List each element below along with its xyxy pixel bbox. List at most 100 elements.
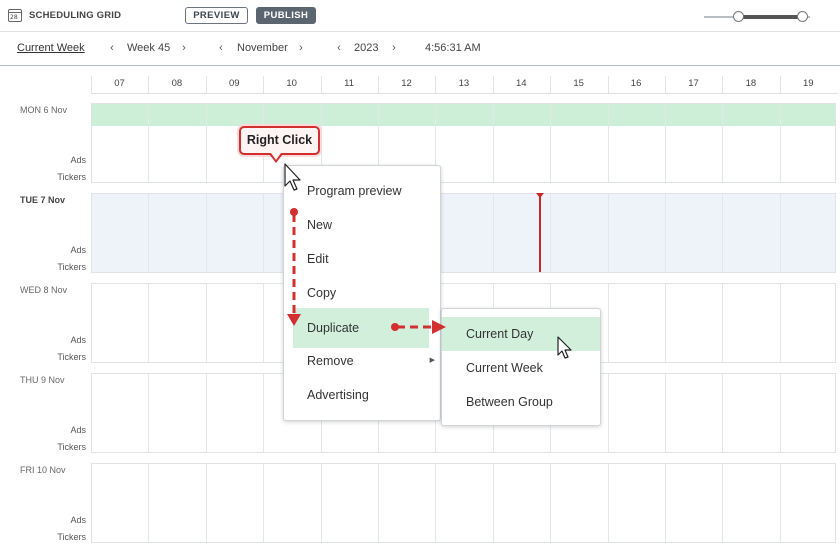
zoom-range-slider[interactable] (704, 11, 810, 23)
grid-column-line (492, 464, 494, 542)
menu-item-new[interactable]: New (284, 208, 440, 242)
ads-row-label: Ads (70, 515, 86, 525)
ads-row-label: Ads (70, 335, 86, 345)
app-title: SCHEDULING GRID (29, 10, 122, 21)
tickers-row-label: Tickers (57, 442, 86, 452)
date-navigation: Current Week ‹ Week 45 › ‹ November › ‹ … (0, 32, 840, 66)
grid-column-line (779, 194, 781, 272)
callout-tail-inner (271, 153, 281, 160)
calendar-icon: 28 (8, 9, 22, 22)
menu-item-label: Program preview (307, 184, 402, 198)
grid-column-line (205, 464, 207, 542)
grid-column-line (779, 374, 781, 452)
menu-item-label: Duplicate (307, 321, 360, 335)
grid-column-line (320, 464, 322, 542)
day-row-grid[interactable] (91, 103, 836, 183)
tickers-row-label: Tickers (57, 262, 86, 272)
day-row-grid[interactable] (91, 463, 836, 543)
grid-column-line (492, 104, 494, 182)
submenu-item-current-week[interactable]: Current Week (442, 351, 600, 385)
grid-column-line (779, 284, 781, 362)
hour-label: 18 (745, 78, 757, 89)
ads-row-label: Ads (70, 155, 86, 165)
hour-label: 13 (458, 78, 470, 89)
calendar-icon-date: 28 (10, 14, 18, 21)
slider-low-handle[interactable] (733, 11, 744, 22)
menu-item-remove[interactable]: Remove ▶ (284, 344, 440, 378)
prev-month-chevron-left-icon[interactable]: ‹ (216, 42, 226, 54)
grid-column-line (779, 104, 781, 182)
hour-label: 09 (229, 78, 240, 89)
grid-column-line (263, 374, 265, 452)
current-time-indicator (536, 193, 544, 272)
prev-week-chevron-left-icon[interactable]: ‹ (107, 42, 117, 54)
right-click-callout: Right Click (239, 126, 320, 155)
hour-label: 19 (803, 78, 814, 89)
tickers-row-label: Tickers (57, 532, 86, 542)
grid-column-line (492, 194, 494, 272)
menu-item-label: Copy (307, 286, 337, 300)
next-week-chevron-right-icon[interactable]: › (179, 42, 189, 54)
hour-label: 16 (630, 78, 642, 89)
grid-column-line (550, 104, 552, 182)
menu-item-program-preview[interactable]: Program preview (284, 174, 440, 208)
grid-column-line (148, 284, 150, 362)
slider-high-handle[interactable] (797, 11, 808, 22)
prev-year-chevron-left-icon[interactable]: ‹ (334, 42, 344, 54)
grid-column-line (665, 374, 666, 452)
menu-item-duplicate[interactable]: Duplicate (293, 308, 429, 348)
menu-item-advertising[interactable]: Advertising (284, 378, 440, 412)
grid-column-line (205, 284, 207, 362)
hour-label: 08 (171, 78, 183, 89)
day-label: MON 6 Nov (20, 105, 68, 115)
grid-column-line (722, 104, 724, 182)
menu-item-label: New (307, 218, 333, 232)
month-value: November (237, 42, 288, 54)
day-row-grid[interactable] (91, 193, 836, 273)
grid-column-line (205, 374, 207, 452)
grid-column-line (148, 374, 150, 452)
grid-column-line (148, 194, 150, 272)
day-label: FRI 10 Nov (20, 465, 66, 475)
grid-column-line (722, 374, 724, 452)
grid-column-line (607, 374, 609, 452)
day-label: TUE 7 Nov (20, 195, 66, 205)
scheduled-program-band[interactable] (92, 104, 835, 126)
submenu-item-between-group[interactable]: Between Group (442, 385, 600, 419)
hour-label: 11 (344, 78, 355, 89)
grid-column-line (263, 194, 265, 272)
caret-right-icon: ▶ (429, 357, 435, 364)
grid-column-line (378, 464, 379, 542)
day-label: WED 8 Nov (20, 285, 68, 295)
grid-column-line (263, 464, 265, 542)
grid-column-line (205, 194, 207, 272)
slider-range (739, 15, 803, 19)
grid-column-line (148, 104, 150, 182)
menu-item-copy[interactable]: Copy (284, 276, 440, 310)
grid-column-line (550, 464, 552, 542)
top-toolbar: 28 SCHEDULING GRID PREVIEW PUBLISH (0, 0, 840, 32)
submenu-item-current-day[interactable]: Current Day (442, 317, 600, 351)
tickers-row-label: Tickers (57, 352, 86, 362)
hour-label: 12 (401, 78, 412, 89)
grid-column-line (722, 194, 724, 272)
grid-column-line (665, 464, 666, 542)
menu-item-edit[interactable]: Edit (284, 242, 440, 276)
grid-column-line (205, 104, 207, 182)
ads-row-label: Ads (70, 425, 86, 435)
preview-button[interactable]: PREVIEW (185, 7, 248, 24)
hour-header: 07 08 09 10 11 12 13 14 15 16 17 18 19 (91, 76, 838, 94)
grid-column-line (722, 284, 724, 362)
grid-column-line (722, 464, 724, 542)
hour-label: 17 (688, 78, 699, 89)
grid-column-line (607, 194, 609, 272)
clock-display: 4:56:31 AM (425, 42, 481, 54)
next-year-chevron-right-icon[interactable]: › (389, 42, 399, 54)
publish-button[interactable]: PUBLISH (256, 7, 316, 24)
tickers-row-label: Tickers (57, 172, 86, 182)
current-week-link[interactable]: Current Week (17, 42, 85, 54)
menu-item-label: Remove (307, 354, 354, 368)
grid-column-line (550, 194, 552, 272)
grid-column-line (779, 464, 781, 542)
next-month-chevron-right-icon[interactable]: › (296, 42, 306, 54)
